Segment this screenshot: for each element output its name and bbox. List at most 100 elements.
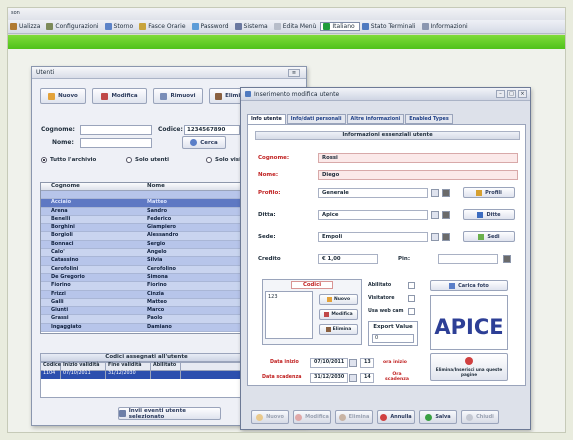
site-select[interactable]: Empoli (318, 232, 428, 242)
remove-photo-button[interactable]: Elimina/Inserisci una queste pagine (430, 353, 508, 381)
close-icon[interactable]: × (518, 90, 527, 98)
codes-column-header[interactable]: Abilitato (151, 363, 181, 370)
company-delete-icon[interactable] (442, 211, 450, 219)
new-user-button[interactable]: Nuovo (40, 88, 86, 104)
menu-item[interactable]: Configurazioni (44, 23, 102, 30)
cancel-button[interactable]: Annulla (377, 410, 415, 424)
companies-button[interactable]: Ditte (463, 209, 515, 220)
surname-search-input[interactable] (80, 125, 152, 135)
expiry-date-calendar-icon[interactable] (349, 374, 357, 382)
window-close-icon[interactable]: ≡ (288, 68, 300, 77)
menu-item[interactable]: Edita Menù (272, 23, 321, 30)
site-delete-icon[interactable] (442, 233, 450, 241)
footer-new-button[interactable]: Nuovo (251, 410, 289, 424)
menu-item[interactable]: Ualizza (8, 23, 44, 30)
delete-icon (215, 92, 223, 100)
radio-users-only[interactable]: Solo utenti (126, 157, 169, 163)
codes-list[interactable]: 123 (265, 291, 313, 339)
start-date-input[interactable]: 07/10/2011 (310, 358, 348, 368)
pin-clear-icon[interactable] (503, 255, 511, 263)
webcam-checkbox[interactable] (408, 308, 415, 315)
start-date-calendar-icon[interactable] (349, 359, 357, 367)
remove-photo-label: Elimina/Inserisci una queste pagine (435, 367, 503, 377)
company-dropdown-icon[interactable] (431, 211, 439, 219)
minimize-icon[interactable]: – (496, 90, 505, 98)
codes-title: Codici (291, 281, 333, 289)
save-icon (425, 413, 433, 421)
search-button[interactable]: Cerca (182, 136, 226, 149)
codes-column-header[interactable]: Inizio validità (61, 363, 106, 370)
export-box: Export Value 0 (368, 321, 418, 346)
menu-item[interactable]: Fasce Orarie (137, 23, 189, 30)
credit-label: Credito (258, 256, 281, 262)
radio-visitors-only[interactable]: Solo visit (206, 157, 244, 163)
menu-item[interactable]: Italiano (320, 22, 360, 31)
surname-input[interactable]: Rossi (318, 153, 518, 163)
credit-input[interactable]: € 1,00 (318, 254, 378, 264)
maximize-icon[interactable]: □ (507, 90, 516, 98)
expiry-hour-label: Ora scadenza (384, 372, 409, 382)
menu-item[interactable]: Informazioni (420, 23, 472, 30)
edit-user-titlebar[interactable]: Inserimento modifica utente – □ × (241, 88, 530, 101)
load-photo-button[interactable]: Carica foto (430, 280, 508, 291)
menu-item[interactable]: Stato Terminali (360, 23, 420, 30)
name-input[interactable]: Diego (318, 170, 518, 180)
column-name[interactable]: Nome (137, 183, 237, 190)
edit-user-button[interactable]: Modifica (92, 88, 147, 104)
menu-item[interactable]: Storno (103, 23, 138, 30)
cell-name: Matteo (147, 199, 167, 206)
code-search-input[interactable]: 1234567890 (184, 125, 240, 135)
cell-name: Silvia (147, 257, 163, 264)
menu-item[interactable]: Password (190, 23, 233, 30)
company-select[interactable]: Apice (318, 210, 428, 220)
profile-delete-icon[interactable] (442, 189, 450, 197)
radio-dot (206, 157, 212, 163)
codes-column-header[interactable]: Codice (41, 363, 61, 370)
footer-edit-button[interactable]: Modifica (293, 410, 331, 424)
remove-user-button[interactable]: Rimuovi (153, 88, 203, 104)
enabled-checkbox[interactable] (408, 282, 415, 289)
form-tab[interactable]: Info/dati personali (286, 114, 346, 124)
edit-code-button[interactable]: Modifica (319, 309, 358, 320)
expiry-hour-input[interactable]: 14 (360, 373, 374, 383)
enabled-label: Abilitato (368, 283, 392, 288)
codes-cell: 31/12/2030 (106, 371, 151, 379)
form-tab[interactable]: Info utente (247, 114, 286, 124)
menu-item[interactable]: Sistema (233, 23, 272, 30)
start-hour-input[interactable]: 13 (360, 358, 374, 368)
form-tab[interactable]: Enabled Types (405, 114, 453, 124)
edit-code-label: Modifica (331, 312, 353, 317)
screen: son Ualizza Configurazioni Storno Fasce Ora… (7, 7, 566, 433)
radio-all-label: Tutto l'archivio (50, 157, 97, 163)
delete-code-button[interactable]: Elimina (319, 324, 358, 335)
table-row[interactable]: 1104 07/10/2011 31/12/2030 (41, 371, 252, 379)
visitor-checkbox[interactable] (408, 295, 415, 302)
cell-surname: Galli (51, 298, 64, 305)
menu-item-label: Italiano (332, 23, 355, 30)
codes-column-header[interactable]: Fine validità (106, 363, 151, 370)
expiry-date-input[interactable]: 31/12/2030 (310, 373, 348, 383)
save-button[interactable]: Salva (419, 410, 457, 424)
load-photo-label: Carica foto (458, 282, 489, 289)
column-surname[interactable]: Cognome (41, 183, 137, 190)
users-window-titlebar[interactable]: Utenti ≡ (32, 67, 306, 79)
cell-name: Cerofolino (147, 265, 176, 272)
pin-input[interactable] (438, 254, 498, 264)
cell-surname: Ingaggiato (51, 323, 82, 330)
menu-item-label: Password (200, 23, 229, 30)
new-code-button[interactable]: Nuovo (319, 294, 358, 305)
profiles-button[interactable]: Profili (463, 187, 515, 198)
close-form-button[interactable]: Chiudi (461, 410, 499, 424)
profile-dropdown-icon[interactable] (431, 189, 439, 197)
surname-search-label: Cognome: (41, 126, 75, 133)
form-tab[interactable]: Altre informazioni (346, 114, 405, 124)
footer-delete-button[interactable]: Elimina (335, 410, 373, 424)
sites-button[interactable]: Sedi (463, 231, 515, 242)
profile-select[interactable]: Generale (318, 188, 428, 198)
radio-all-archive[interactable]: Tutto l'archivio (41, 157, 96, 163)
name-search-input[interactable] (80, 138, 152, 148)
codes-cell (151, 371, 181, 379)
site-dropdown-icon[interactable] (431, 233, 439, 241)
send-user-events-button[interactable]: Invii eventi utente selezionato (118, 407, 221, 420)
export-input[interactable]: 0 (372, 334, 414, 343)
